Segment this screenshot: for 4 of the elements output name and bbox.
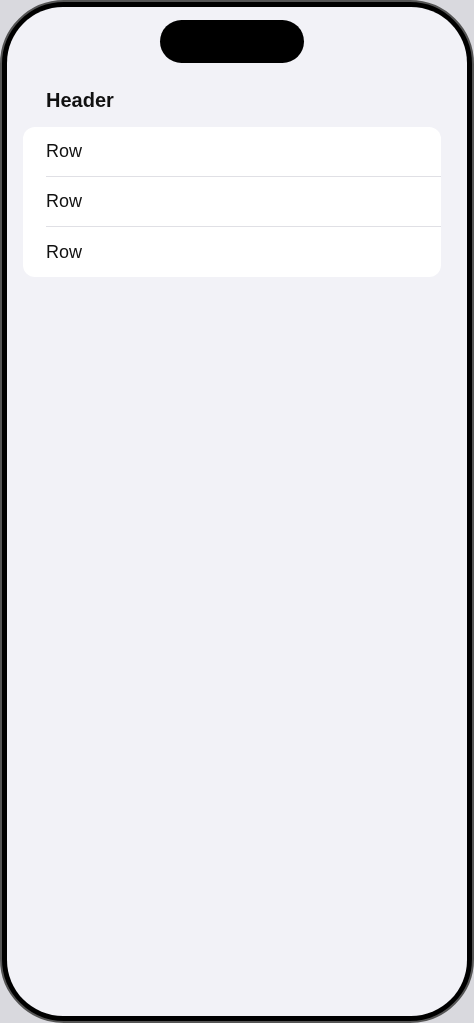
list-row[interactable]: Row [46,241,82,263]
list-row[interactable]: Row [46,141,82,162]
section-header: Header [45,88,114,113]
list-row[interactable]: Row [46,191,82,212]
